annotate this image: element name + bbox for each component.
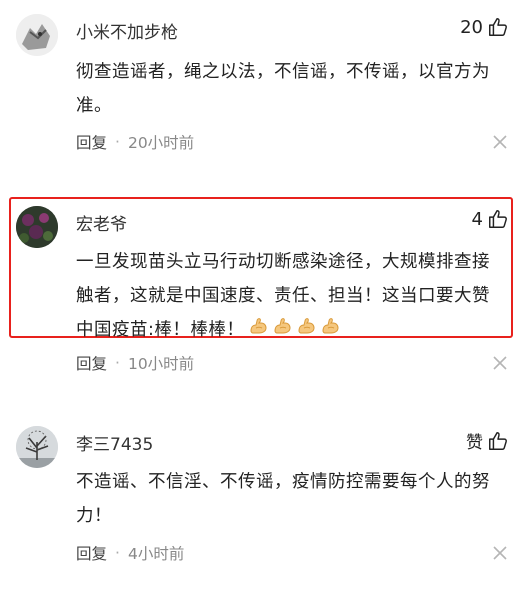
comment-meta: 回复 · 4小时前 xyxy=(76,542,184,564)
username[interactable]: 宏老爷 xyxy=(76,210,127,235)
comment-meta: 回复 · 10小时前 xyxy=(76,352,194,374)
flexed-biceps-emoji xyxy=(320,313,340,347)
flexed-biceps-emoji xyxy=(248,313,268,347)
reply-button[interactable]: 回复 xyxy=(76,131,107,153)
like-button[interactable]: 赞 xyxy=(466,428,509,453)
separator-dot: · xyxy=(115,133,120,151)
timestamp: 10小时前 xyxy=(127,355,195,373)
thumbs-up-icon xyxy=(489,210,507,228)
timestamp: 4小时前 xyxy=(127,545,185,563)
comment-text: 一旦发现苗头立马行动切断感染途径，大规模排查接触者，这就是中国速度、责任、担当！… xyxy=(76,245,506,347)
reply-button[interactable]: 回复 xyxy=(76,542,107,564)
like-count: 4 xyxy=(471,208,483,230)
like-label: 赞 xyxy=(466,433,483,453)
close-icon[interactable] xyxy=(493,356,507,370)
flexed-biceps-emoji xyxy=(296,313,316,347)
like-button[interactable]: 20 xyxy=(460,16,509,38)
comment-meta: 回复 · 20小时前 xyxy=(76,131,194,153)
comment-text: 不造谣、不信淫、不传谣，疫情防控需要每个人的努力！ xyxy=(76,472,490,526)
reply-button[interactable]: 回复 xyxy=(76,352,107,374)
like-count: 20 xyxy=(460,16,483,38)
thumbs-up-icon xyxy=(489,18,507,36)
avatar[interactable] xyxy=(16,426,58,468)
like-button[interactable]: 4 xyxy=(472,208,509,230)
emoji-row xyxy=(244,318,340,340)
avatar[interactable] xyxy=(16,206,58,248)
thumbs-up-icon xyxy=(489,431,507,450)
comment-text: 彻查造谣者，绳之以法，不信谣，不传谣，以官方为准。 xyxy=(76,62,490,116)
separator-dot: · xyxy=(115,354,120,372)
username[interactable]: 小米不加步枪 xyxy=(76,18,178,43)
separator-dot: · xyxy=(115,544,120,562)
username[interactable]: 李三7435 xyxy=(76,430,153,455)
close-icon[interactable] xyxy=(493,135,507,149)
timestamp: 20小时前 xyxy=(127,134,195,152)
avatar[interactable] xyxy=(16,14,58,56)
flexed-biceps-emoji xyxy=(272,313,292,347)
close-icon[interactable] xyxy=(493,546,507,560)
